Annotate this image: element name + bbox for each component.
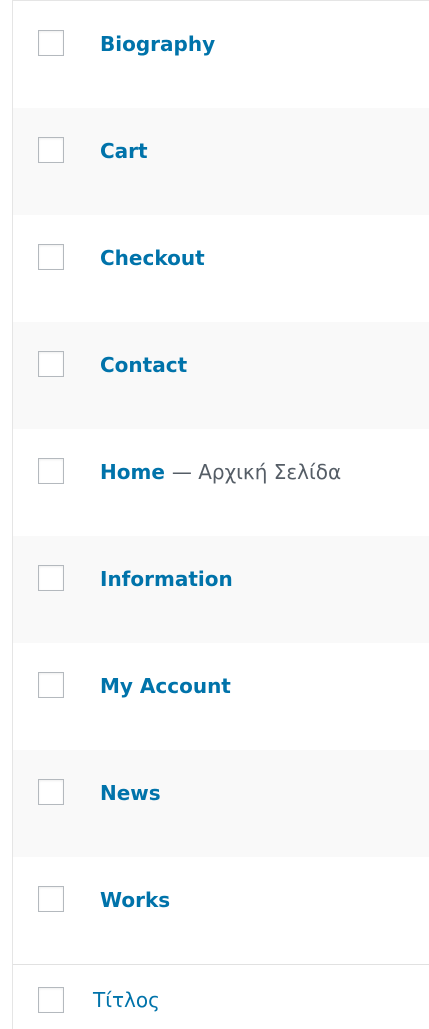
table-row: Biography [13,1,429,108]
row-checkbox[interactable] [38,565,64,591]
table-row: Works [13,857,429,964]
page-state-label: — Αρχική Σελίδα [171,460,342,484]
row-checkbox[interactable] [38,30,64,56]
page-title-link[interactable]: Checkout [100,245,205,271]
page-title-link[interactable]: Works [100,887,170,913]
pages-list-table: Biography Cart Checkout Contact Home — Α… [12,0,429,1029]
table-row: Cart [13,108,429,215]
table-row: Information [13,536,429,643]
table-row: News [13,750,429,857]
table-row: My Account [13,643,429,750]
select-all-checkbox[interactable] [38,987,64,1013]
row-checkbox[interactable] [38,244,64,270]
row-checkbox[interactable] [38,351,64,377]
page-title-link[interactable]: Information [100,566,233,592]
page-title-link[interactable]: Biography [100,31,215,57]
row-checkbox[interactable] [38,458,64,484]
table-row: Contact [13,322,429,429]
table-row: Checkout [13,215,429,322]
row-checkbox[interactable] [38,137,64,163]
title-column-sort-link[interactable]: Τίτλος [93,987,160,1013]
page-title-link[interactable]: Contact [100,352,187,378]
row-checkbox[interactable] [38,672,64,698]
table-footer: Τίτλος [13,964,429,1029]
page-title-link[interactable]: My Account [100,673,231,699]
page-title-link[interactable]: Cart [100,138,148,164]
table-row: Home — Αρχική Σελίδα [13,429,429,536]
page-title-link[interactable]: Home [100,460,165,484]
row-checkbox[interactable] [38,886,64,912]
page-title-cell: Home — Αρχική Σελίδα [100,459,341,485]
row-checkbox[interactable] [38,779,64,805]
page-title-link[interactable]: News [100,780,161,806]
